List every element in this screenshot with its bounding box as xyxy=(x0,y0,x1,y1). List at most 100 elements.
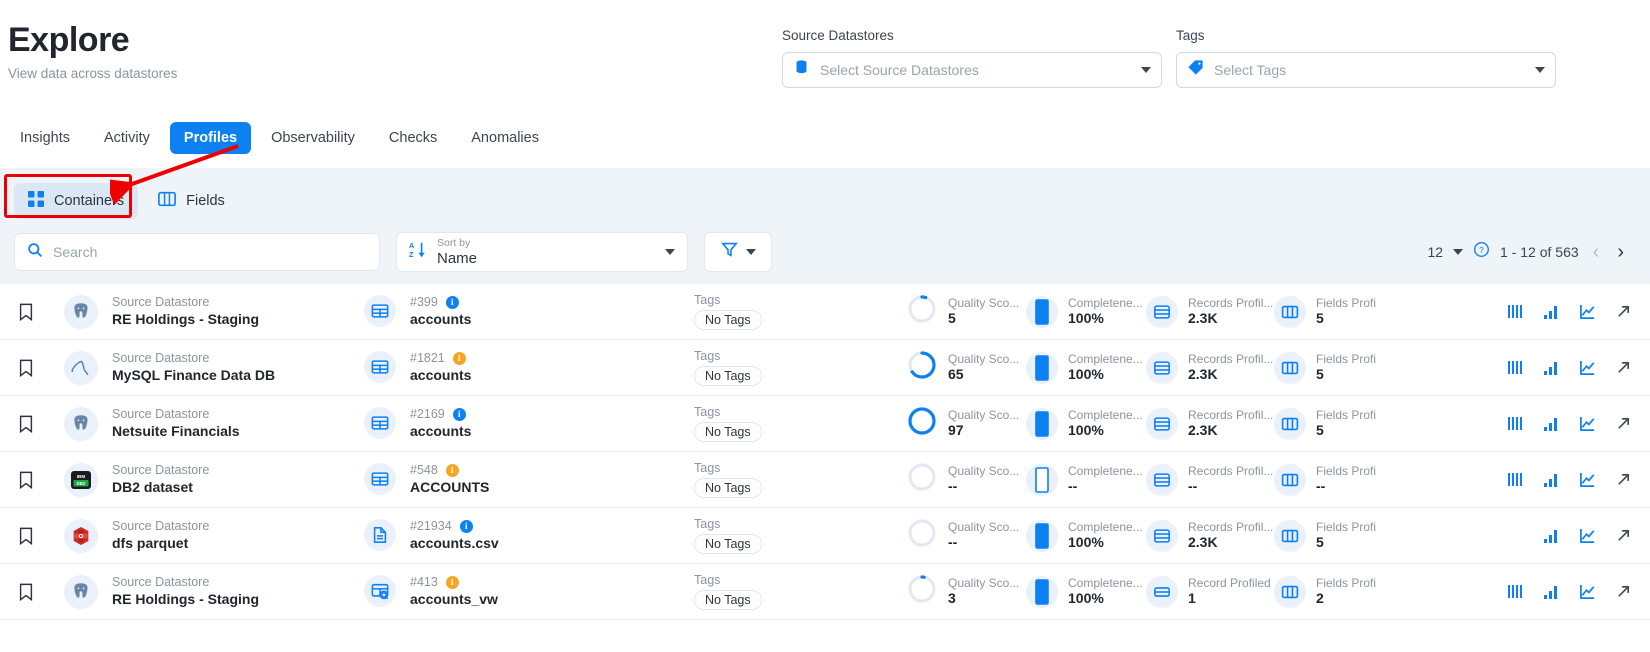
bookmark-button[interactable] xyxy=(18,583,64,601)
tab-anomalies[interactable]: Anomalies xyxy=(457,122,553,154)
records-profiled-label: Records Profil... xyxy=(1188,519,1274,534)
table-row[interactable]: Source Datastore Netsuite Financials #21… xyxy=(0,396,1650,452)
tag-chip[interactable]: No Tags xyxy=(694,366,762,386)
datastore-cell[interactable]: Source Datastore RE Holdings - Staging xyxy=(64,294,364,329)
bars-icon[interactable] xyxy=(1506,583,1524,601)
tab-insights[interactable]: Insights xyxy=(6,122,84,154)
svg-text:IBM: IBM xyxy=(77,474,86,479)
sort-by-select[interactable]: A Z Sort by Name xyxy=(396,232,688,272)
subnav-item-fields[interactable]: Fields xyxy=(144,182,239,220)
container-cell[interactable]: #21934 i accounts.csv xyxy=(364,519,694,552)
table-row[interactable]: Source Datastore MySQL Finance Data DB #… xyxy=(0,340,1650,396)
info-badge-icon[interactable]: i xyxy=(452,408,466,422)
line-chart-icon[interactable] xyxy=(1578,359,1596,377)
tab-activity[interactable]: Activity xyxy=(90,122,164,154)
chevron-down-icon[interactable] xyxy=(1141,67,1151,73)
external-link-icon[interactable] xyxy=(1614,415,1632,433)
bars-icon[interactable] xyxy=(1506,359,1524,377)
records-icon xyxy=(1146,519,1178,552)
external-link-icon[interactable] xyxy=(1614,303,1632,321)
fields-profiled-label: Fields Profi xyxy=(1316,463,1377,478)
line-chart-icon[interactable] xyxy=(1578,583,1596,601)
table-row[interactable]: Source Datastore dfs parquet #21934 i ac… xyxy=(0,508,1650,564)
quality-donut-icon xyxy=(906,573,938,610)
line-chart-icon[interactable] xyxy=(1578,415,1596,433)
bar-chart-icon[interactable] xyxy=(1542,415,1560,433)
tab-observability[interactable]: Observability xyxy=(257,122,369,154)
container-cell[interactable]: #548 i ACCOUNTS xyxy=(364,463,694,496)
container-cell[interactable]: #2169 i accounts xyxy=(364,407,694,440)
container-cell[interactable]: #1821 i accounts xyxy=(364,351,694,384)
line-chart-icon[interactable] xyxy=(1578,471,1596,489)
external-link-icon[interactable] xyxy=(1614,359,1632,377)
tag-chip[interactable]: No Tags xyxy=(694,590,762,610)
row-actions xyxy=(1506,527,1638,545)
next-page-button[interactable]: › xyxy=(1613,242,1628,262)
container-cell[interactable]: #413 i accounts_vw xyxy=(364,575,694,608)
datastore-type-label: Source Datastore xyxy=(112,575,210,590)
datastore-cell[interactable]: Source Datastore MySQL Finance Data DB xyxy=(64,350,364,385)
chevron-down-icon[interactable] xyxy=(745,249,756,255)
bar-chart-icon[interactable] xyxy=(1542,583,1560,601)
bars-icon[interactable] xyxy=(1506,471,1524,489)
tag-chip[interactable]: No Tags xyxy=(694,310,762,330)
bar-chart-icon[interactable] xyxy=(1542,527,1560,545)
bars-icon[interactable] xyxy=(1506,303,1524,321)
datastore-cell[interactable]: IBM DB2 Source Datastore DB2 dataset xyxy=(64,462,364,497)
filter-button[interactable] xyxy=(704,232,772,272)
tab-profiles[interactable]: Profiles xyxy=(169,122,252,154)
bookmark-button[interactable] xyxy=(18,303,64,321)
help-circle-icon[interactable]: ? xyxy=(1473,241,1490,263)
line-chart-icon[interactable] xyxy=(1578,303,1596,321)
tag-chip[interactable]: No Tags xyxy=(694,422,762,442)
info-badge-icon[interactable]: i xyxy=(445,296,459,310)
chevron-down-icon[interactable] xyxy=(665,249,675,255)
datastore-cell[interactable]: Source Datastore Netsuite Financials xyxy=(64,406,364,441)
quality-score-label: Quality Sco... xyxy=(948,407,1020,422)
svg-text:?: ? xyxy=(1479,245,1484,255)
table-row[interactable]: Source Datastore RE Holdings - Staging #… xyxy=(0,564,1650,620)
completeness-metric: Completene... 100% xyxy=(1026,575,1146,608)
table-row[interactable]: Source Datastore RE Holdings - Staging #… xyxy=(0,284,1650,340)
quality-score-label: Quality Sco... xyxy=(948,575,1020,590)
tag-chip[interactable]: No Tags xyxy=(694,478,762,498)
line-chart-icon[interactable] xyxy=(1578,527,1596,545)
completeness-bar-icon xyxy=(1026,519,1058,552)
search-input[interactable]: Search xyxy=(14,233,380,271)
tags-select[interactable]: Select Tags xyxy=(1176,52,1556,88)
tag-chip[interactable]: No Tags xyxy=(694,534,762,554)
table-icon xyxy=(364,407,396,440)
prev-page-button[interactable]: ‹ xyxy=(1589,242,1604,262)
bookmark-button[interactable] xyxy=(18,415,64,433)
bars-icon[interactable] xyxy=(1506,415,1524,433)
chevron-down-icon[interactable] xyxy=(1453,249,1464,255)
container-cell[interactable]: #399 i accounts xyxy=(364,295,694,328)
table-row[interactable]: IBM DB2 Source Datastore DB2 dataset #548… xyxy=(0,452,1650,508)
datastore-cell[interactable]: Source Datastore RE Holdings - Staging xyxy=(64,574,364,609)
quality-score-value: 3 xyxy=(948,590,956,607)
subnav-item-containers[interactable]: Containers xyxy=(14,183,139,219)
info-badge-icon[interactable]: i xyxy=(445,464,459,478)
container-name: ACCOUNTS xyxy=(410,478,490,495)
external-link-icon[interactable] xyxy=(1614,583,1632,601)
chevron-down-icon[interactable] xyxy=(1535,67,1545,73)
fields-profiled-label: Fields Profi xyxy=(1316,519,1377,534)
bar-chart-icon[interactable] xyxy=(1542,303,1560,321)
bar-chart-icon[interactable] xyxy=(1542,471,1560,489)
info-badge-icon[interactable]: i xyxy=(459,520,473,534)
source-datastores-select[interactable]: Select Source Datastores xyxy=(782,52,1162,88)
page-size-value[interactable]: 12 xyxy=(1427,244,1443,260)
tab-checks[interactable]: Checks xyxy=(375,122,451,154)
external-link-icon[interactable] xyxy=(1614,527,1632,545)
fields-profiled-metric: Fields Profi -- xyxy=(1274,463,1384,496)
external-link-icon[interactable] xyxy=(1614,471,1632,489)
bookmark-button[interactable] xyxy=(18,359,64,377)
container-id: #2169 xyxy=(410,407,445,422)
bookmark-button[interactable] xyxy=(18,471,64,489)
bar-chart-icon[interactable] xyxy=(1542,359,1560,377)
datastore-name: DB2 dataset xyxy=(112,478,193,495)
bookmark-button[interactable] xyxy=(18,527,64,545)
info-badge-icon[interactable]: i xyxy=(452,352,466,366)
info-badge-icon[interactable]: i xyxy=(445,576,459,590)
datastore-cell[interactable]: Source Datastore dfs parquet xyxy=(64,518,364,553)
